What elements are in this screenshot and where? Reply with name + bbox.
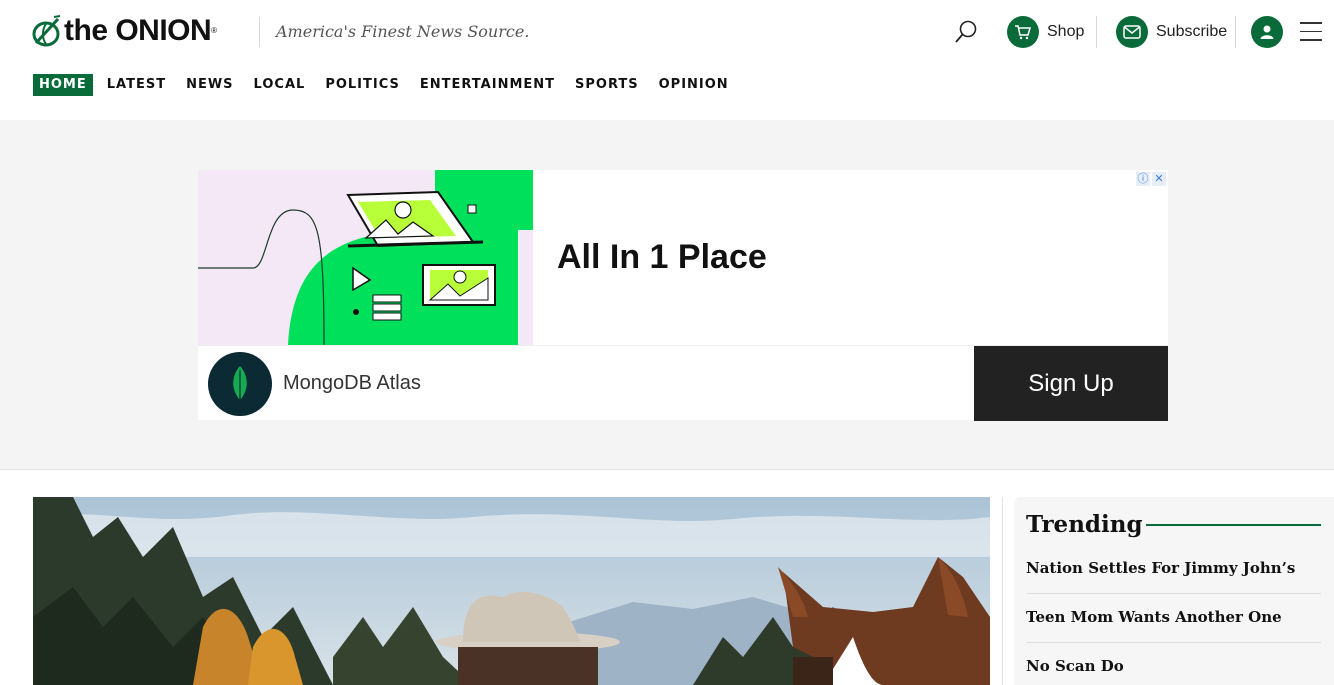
trending-separator [1026,642,1321,643]
ad-illustration [198,170,533,345]
cart-icon [1007,16,1039,48]
trending-item[interactable]: Nation Settles For Jimmy John’s [1026,559,1321,577]
nav-item-home[interactable]: HOME [33,74,93,96]
onion-logo-icon [32,15,61,47]
advertisement[interactable]: All In 1 Place ⓘ ✕ MongoDB Atlas Sign Up [198,170,1168,421]
ad-brand-name: MongoDB Atlas [283,372,421,394]
trending-item[interactable]: Teen Mom Wants Another One [1026,608,1321,626]
sign-up-button[interactable]: Sign Up [974,346,1168,421]
user-icon [1251,16,1283,48]
nav-item-politics[interactable]: POLITICS [325,74,400,96]
nav-item-latest[interactable]: LATEST [107,74,166,96]
hero-image[interactable] [33,497,990,685]
search-icon[interactable] [953,19,979,45]
trending-panel: Trending Nation Settles For Jimmy John’s… [1014,497,1334,685]
subscribe-button[interactable]: Subscribe [1116,16,1227,48]
menu-icon[interactable] [1300,22,1322,42]
shop-button[interactable]: Shop [1007,16,1084,48]
ad-footer: MongoDB Atlas Sign Up [198,345,1168,421]
header-divider [1235,16,1236,48]
ad-controls: ⓘ ✕ [1136,172,1166,186]
nav-item-news[interactable]: NEWS [186,74,233,96]
close-icon[interactable]: ✕ [1152,172,1166,186]
header-divider [259,17,260,47]
nav-item-entertainment[interactable]: ENTERTAINMENT [420,74,555,96]
trending-title: Trending [1026,511,1143,538]
nav-item-local[interactable]: LOCAL [254,74,306,96]
header-divider [1096,16,1097,48]
site-tagline: America's Finest News Source. [276,22,530,41]
nav-item-opinion[interactable]: OPINION [659,74,729,96]
mail-icon [1116,16,1148,48]
trending-rule [1146,524,1321,526]
column-divider [1002,497,1003,685]
nav-item-sports[interactable]: SPORTS [575,74,639,96]
ad-headline[interactable]: All In 1 Place [557,238,767,277]
mongodb-leaf-icon [208,352,272,416]
trending-item[interactable]: No Scan Do [1026,657,1321,675]
account-button[interactable] [1251,16,1283,48]
info-icon[interactable]: ⓘ [1136,172,1150,186]
site-header: the ONION® America's Finest News Source.… [0,0,1334,120]
shop-label: Shop [1047,23,1085,40]
subscribe-label: Subscribe [1156,23,1228,40]
site-logo[interactable]: the ONION® [32,13,217,49]
trending-separator [1026,593,1321,594]
main-nav: HOME LATEST NEWS LOCAL POLITICS ENTERTAI… [33,74,749,96]
logo-wordmark: the ONION® [64,14,217,47]
